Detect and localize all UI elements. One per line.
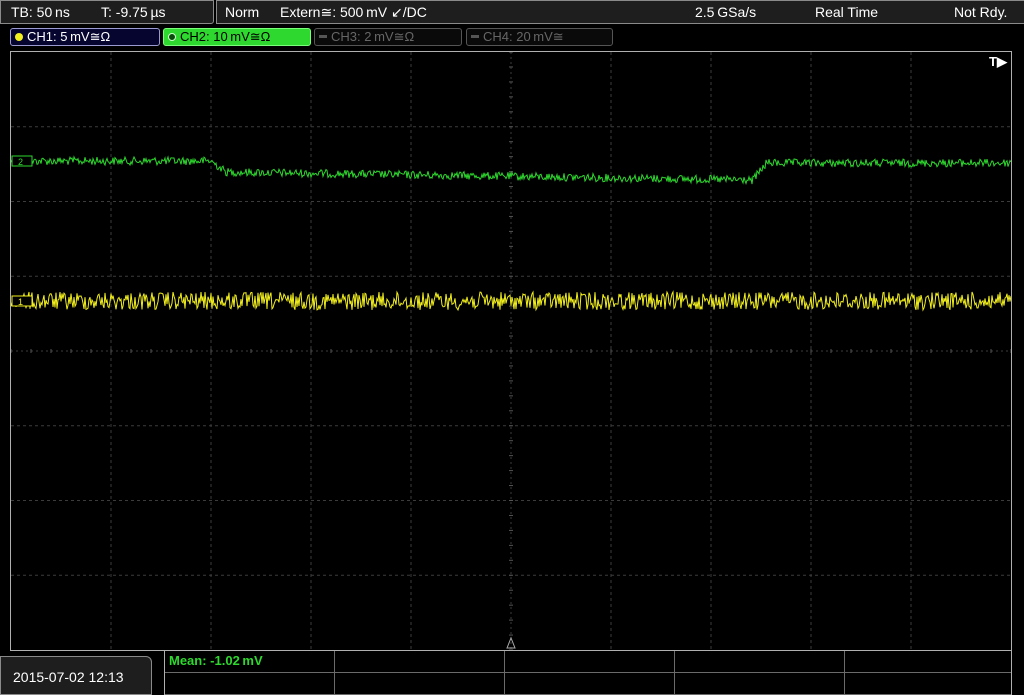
waveform-canvas[interactable]: 21: [11, 52, 1011, 650]
measurement-cell[interactable]: [675, 673, 845, 695]
timebase-panel[interactable]: TB: 50 ns T: -9.75 µs: [0, 0, 214, 24]
measurement-table[interactable]: Mean: -1.02 mV: [164, 651, 1012, 695]
channel-4-button[interactable]: CH4: 20 mV≅: [466, 28, 613, 46]
channel-2-indicator-icon: [168, 33, 176, 41]
svg-text:2: 2: [18, 157, 23, 167]
channel-1-level-marker[interactable]: 1: [11, 295, 33, 307]
channel-1-label: CH1: 5 mV≅Ω: [27, 29, 111, 44]
channel-1-indicator-icon: [15, 33, 23, 41]
datetime-panel: 2015-07-02 12:13: [0, 656, 152, 695]
waveform-display[interactable]: 21 T▶: [10, 51, 1012, 651]
channel-2-trace: [11, 155, 1011, 185]
channel-2-label: CH2: 10 mV≅Ω: [180, 29, 271, 44]
channel-1-button[interactable]: CH1: 5 mV≅Ω: [10, 28, 160, 46]
trigger-source-label[interactable]: Extern≅: 500 mV ↙/DC: [280, 3, 427, 21]
measurement-cell[interactable]: [845, 651, 1011, 673]
trigger-position-marker-icon[interactable]: T▶: [989, 54, 1007, 70]
channel-3-button[interactable]: CH3: 2 mV≅Ω: [314, 28, 462, 46]
trigger-mode-label[interactable]: Norm: [225, 3, 259, 21]
channel-4-indicator-icon: [471, 35, 479, 38]
channel-3-indicator-icon: [319, 35, 327, 38]
datetime-label: 2015-07-02 12:13: [13, 669, 124, 685]
measurement-cell[interactable]: [335, 673, 505, 695]
run-status-label: Not Rdy.: [954, 4, 1008, 20]
channel-2-level-marker[interactable]: 2: [11, 155, 33, 167]
measurement-cell[interactable]: [165, 673, 335, 695]
channel-4-label: CH4: 20 mV≅: [483, 29, 564, 44]
acquisition-mode-label[interactable]: Real Time: [815, 3, 878, 21]
measurement-cell[interactable]: [335, 651, 505, 673]
timebase-label[interactable]: TB: 50 ns: [11, 3, 70, 21]
trigger-time-label[interactable]: T: -9.75 µs: [101, 3, 166, 21]
measurement-cell[interactable]: [845, 673, 1011, 695]
channel-2-button[interactable]: CH2: 10 mV≅Ω: [163, 28, 311, 46]
trigger-status-bar[interactable]: Norm Extern≅: 500 mV ↙/DC 2.5 GSa/s Real…: [216, 0, 1024, 24]
measurement-cell-mean[interactable]: Mean: -1.02 mV: [165, 651, 335, 673]
measurement-cell[interactable]: [505, 651, 675, 673]
channel-3-label: CH3: 2 mV≅Ω: [331, 29, 415, 44]
measurement-cell[interactable]: [505, 673, 675, 695]
mean-measurement[interactable]: Mean: -1.02 mV: [169, 653, 263, 669]
sample-rate-label: 2.5 GSa/s: [695, 4, 757, 20]
measurement-cell[interactable]: [675, 651, 845, 673]
svg-text:1: 1: [18, 297, 23, 307]
